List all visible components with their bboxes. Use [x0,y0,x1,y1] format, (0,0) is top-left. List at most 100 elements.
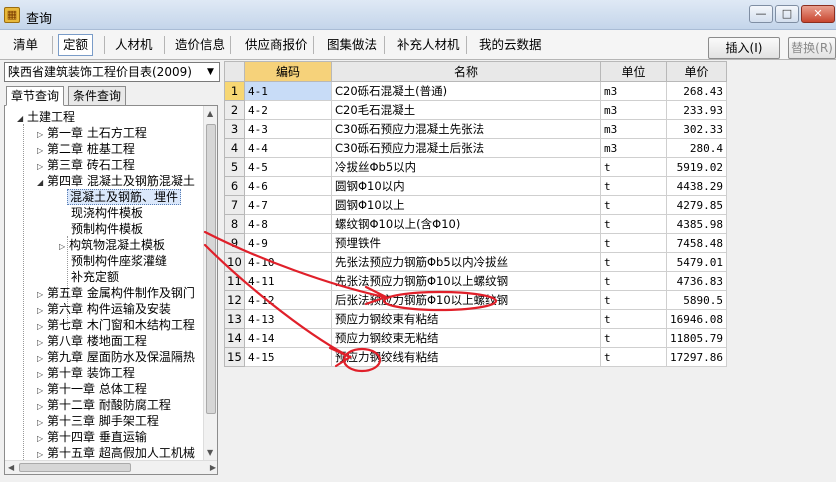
minimize-button[interactable]: — [749,5,773,23]
row-unit[interactable]: t [600,157,667,177]
tab-qingdan[interactable]: 清单 [8,34,43,56]
tree-item[interactable]: ▷ 第十一章 总体工程 [37,381,147,397]
replace-button[interactable]: 替换(R) [788,37,836,59]
maximize-button[interactable]: □ [775,5,799,23]
chevron-down-icon[interactable]: ▼ [202,63,219,81]
table-row[interactable]: 1 4-1 C20砾石混凝土(普通) m3 268.43 [224,81,727,101]
row-unit[interactable]: t [600,195,667,215]
tree-item[interactable]: ▷ 第九章 屋面防水及保温隔热 [37,349,195,365]
row-name[interactable]: C20砾石混凝土(普通) [331,81,601,101]
row-price[interactable]: 5919.02 [666,157,727,177]
tab-zaojia-xinxi[interactable]: 造价信息 [170,34,230,56]
row-name[interactable]: 后张法预应力钢筋Φ10以上螺纹钢 [331,290,601,310]
row-unit[interactable]: m3 [600,138,667,158]
row-code[interactable]: 4-11 [244,271,332,291]
row-unit[interactable]: t [600,347,667,367]
header-unit[interactable]: 单位 [600,61,667,82]
row-code[interactable]: 4-3 [244,119,332,139]
tree-item[interactable]: ▷ 第十三章 脚手架工程 [37,413,159,429]
triangle-down-icon[interactable]: ◢ [37,175,47,191]
tree-item-selected[interactable]: 混凝土及钢筋、埋件 [67,189,182,205]
row-code[interactable]: 4-12 [244,290,332,310]
row-name[interactable]: 预应力钢绞束有粘结 [331,309,601,329]
row-name[interactable]: 预埋铁件 [331,233,601,253]
row-unit[interactable]: t [600,328,667,348]
row-code[interactable]: 4-4 [244,138,332,158]
row-code[interactable]: 4-15 [244,347,332,367]
row-price[interactable]: 280.4 [666,138,727,158]
row-name[interactable]: 冷拔丝Φb5以内 [331,157,601,177]
row-unit[interactable]: t [600,233,667,253]
table-row[interactable]: 13 4-13 预应力钢绞束有粘结 t 16946.08 [224,309,727,329]
row-price[interactable]: 4736.83 [666,271,727,291]
tree-item[interactable]: 预制构件座浆灌缝 [71,253,167,269]
row-name[interactable]: 预应力钢绞线有粘结 [331,347,601,367]
row-price[interactable]: 268.43 [666,81,727,101]
row-name[interactable]: C20毛石混凝土 [331,100,601,120]
row-price[interactable]: 11805.79 [666,328,727,348]
tree-item[interactable]: ▷ 第七章 木门窗和木结构工程 [37,317,195,333]
tree-item[interactable]: ▷ 第五章 金属构件制作及钢门 [37,285,195,301]
row-unit[interactable]: t [600,252,667,272]
tab-yun-shuju[interactable]: 我的云数据 [474,34,547,56]
row-name[interactable]: C30砾石预应力混凝土后张法 [331,138,601,158]
tree-item[interactable]: ◢ 第四章 混凝土及钢筋混凝土 [37,173,195,189]
tree-item[interactable]: ▷ 第一章 土石方工程 [37,125,147,141]
table-row[interactable]: 11 4-11 先张法预应力钢筋Φ10以上螺纹钢 t 4736.83 [224,271,727,291]
row-code[interactable]: 4-6 [244,176,332,196]
tree-item[interactable]: ▷ 第十四章 垂直运输 [37,429,147,445]
tree-item[interactable]: ▷ 第二章 桩基工程 [37,141,135,157]
tab-buchong-rencaiji[interactable]: 补充人材机 [392,34,465,56]
header-name[interactable]: 名称 [331,61,601,82]
tree-item[interactable]: 现浇构件模板 [71,205,143,221]
tree-item[interactable]: 补充定额 [71,269,119,285]
row-price[interactable]: 5479.01 [666,252,727,272]
row-code[interactable]: 4-8 [244,214,332,234]
table-row[interactable]: 4 4-4 C30砾石预应力混凝土后张法 m3 280.4 [224,138,727,158]
table-row[interactable]: 8 4-8 螺纹钢Φ10以上(含Φ10) t 4385.98 [224,214,727,234]
tree-item[interactable]: ▷ 第六章 构件运输及安装 [37,301,171,317]
table-row[interactable]: 10 4-10 先张法预应力钢筋Φb5以内冷拔丝 t 5479.01 [224,252,727,272]
tree-item[interactable]: 预制构件模板 [71,221,143,237]
row-price[interactable]: 7458.48 [666,233,727,253]
row-price[interactable]: 16946.08 [666,309,727,329]
row-code[interactable]: 4-2 [244,100,332,120]
tree-item[interactable]: ▷ 构筑物混凝土模板 [59,237,165,253]
tab-rencaiji[interactable]: 人材机 [110,34,158,56]
row-name[interactable]: 预应力钢绞束无粘结 [331,328,601,348]
row-name[interactable]: C30砾石预应力混凝土先张法 [331,119,601,139]
tree-item[interactable]: ▷ 第三章 砖石工程 [37,157,135,173]
table-row[interactable]: 5 4-5 冷拔丝Φb5以内 t 5919.02 [224,157,727,177]
row-unit[interactable]: m3 [600,81,667,101]
row-name[interactable]: 先张法预应力钢筋Φb5以内冷拔丝 [331,252,601,272]
row-name[interactable]: 螺纹钢Φ10以上(含Φ10) [331,214,601,234]
row-code[interactable]: 4-1 [244,81,332,101]
tree-item[interactable]: ▷ 第十章 装饰工程 [37,365,135,381]
row-code[interactable]: 4-5 [244,157,332,177]
header-price[interactable]: 单价 [666,61,727,82]
row-unit[interactable]: t [600,309,667,329]
row-unit[interactable]: t [600,290,667,310]
row-code[interactable]: 4-9 [244,233,332,253]
table-row[interactable]: 15 4-15 预应力钢绞线有粘结 t 17297.86 [224,347,727,367]
table-row[interactable]: 7 4-7 圆钢Φ10以上 t 4279.85 [224,195,727,215]
scroll-left-icon[interactable]: ◀ [8,463,14,472]
triangle-down-icon[interactable]: ◢ [17,111,27,127]
table-row[interactable]: 9 4-9 预埋铁件 t 7458.48 [224,233,727,253]
row-price[interactable]: 4279.85 [666,195,727,215]
scroll-right-icon[interactable]: ▶ [210,463,216,472]
table-row[interactable]: 14 4-14 预应力钢绞束无粘结 t 11805.79 [224,328,727,348]
row-price[interactable]: 4438.29 [666,176,727,196]
close-button[interactable]: ✕ [801,5,835,23]
tree-horizontal-scrollbar[interactable]: ◀ ▶ [5,460,217,474]
row-unit[interactable]: t [600,214,667,234]
tree-root[interactable]: ◢ 土建工程 [17,109,75,125]
tab-gongyingshang-baojia[interactable]: 供应商报价 [240,34,313,56]
row-name[interactable]: 圆钢Φ10以内 [331,176,601,196]
header-code[interactable]: 编码 [244,61,332,82]
tree-item[interactable]: ▷ 第八章 楼地面工程 [37,333,147,349]
tree-item[interactable]: ▷ 第十二章 耐酸防腐工程 [37,397,171,413]
row-code[interactable]: 4-14 [244,328,332,348]
scrollbar-thumb[interactable] [19,463,131,472]
row-unit[interactable]: t [600,271,667,291]
